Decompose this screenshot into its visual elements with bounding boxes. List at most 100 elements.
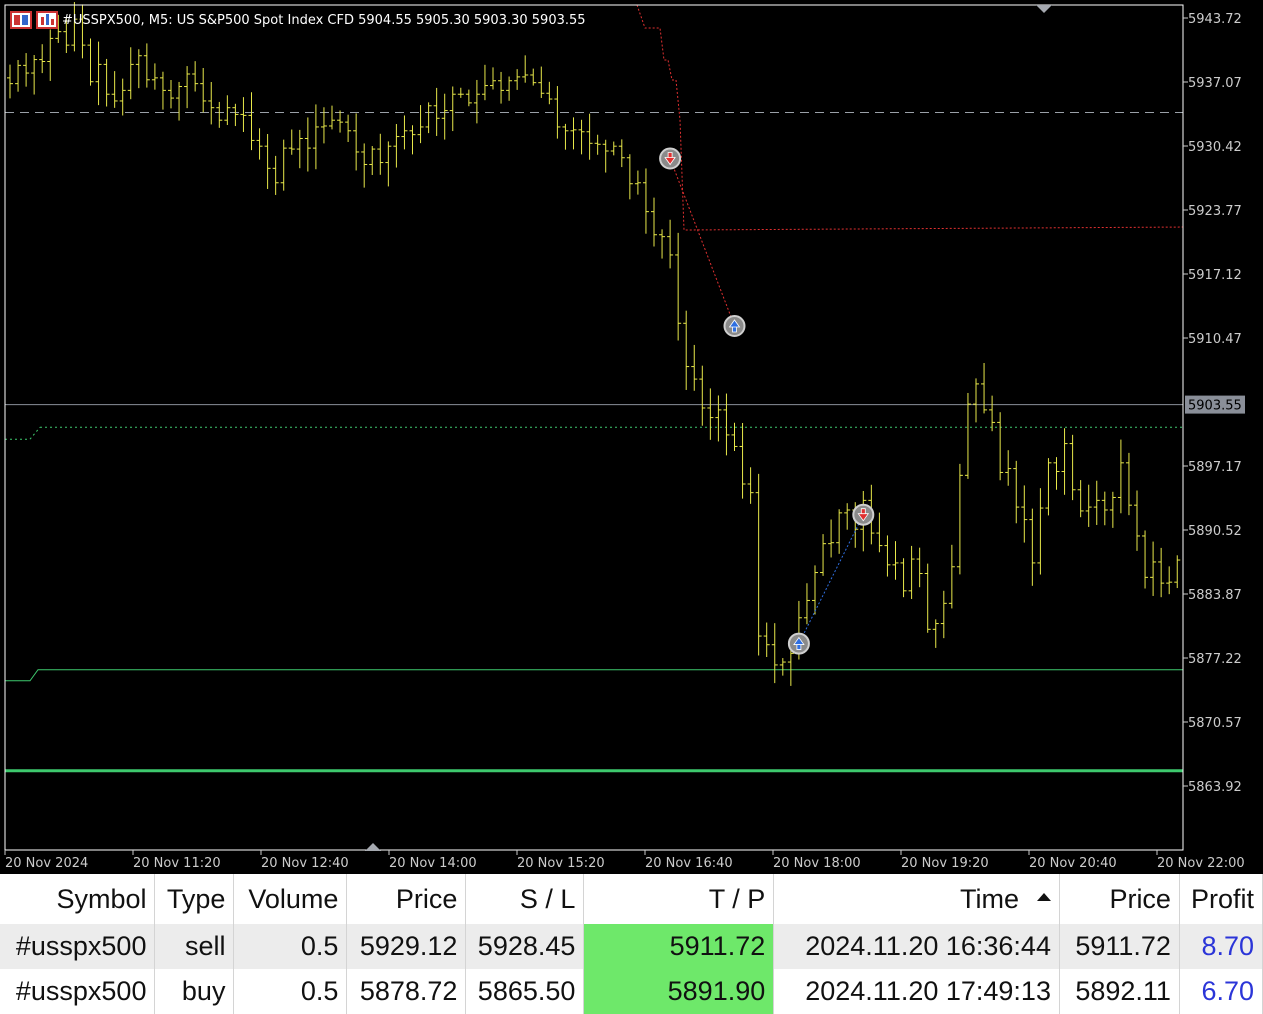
ohlc-bar — [248, 92, 255, 151]
ohlc-bar — [304, 117, 311, 172]
ohlc-bar — [651, 197, 657, 247]
cell-profit: 8.70 — [1179, 924, 1263, 969]
table-row[interactable]: #usspx500 buy 0.5 5878.72 5865.50 5891.9… — [0, 969, 1263, 1014]
cell-sl[interactable]: 5865.50 — [465, 969, 585, 1014]
dotted-level-step — [5, 426, 41, 440]
ohlc-bar — [473, 79, 480, 124]
column-header-current-price[interactable]: Price — [1059, 874, 1180, 924]
ohlc-bar — [1069, 434, 1076, 501]
ohlc-bar — [103, 58, 110, 107]
ohlc-bar — [176, 81, 183, 121]
scroll-marker-top-icon — [1036, 5, 1052, 13]
ohlc-bar — [916, 547, 923, 588]
cell-type: buy — [154, 969, 235, 1014]
ohlc-bar — [1093, 480, 1100, 525]
current-price-label: 5903.55 — [1188, 399, 1242, 414]
ohlc-bar — [675, 232, 682, 341]
ohlc-bar — [425, 102, 432, 134]
cell-tp[interactable]: 5891.90 — [583, 969, 775, 1014]
column-header-sl[interactable]: S / L — [465, 874, 585, 924]
ohlc-bar — [940, 590, 947, 639]
ohlc-bar — [554, 86, 561, 139]
ohlc-bar — [618, 139, 625, 168]
one-click-trading-icon[interactable] — [10, 11, 32, 29]
ohlc-bar — [232, 103, 239, 127]
column-header-profit[interactable]: Profit — [1179, 874, 1263, 924]
ohlc-bar — [385, 141, 392, 187]
cell-volume: 0.5 — [233, 924, 348, 969]
ohlc-bar — [337, 110, 344, 133]
ohlc-bar — [401, 115, 408, 150]
ohlc-bar — [159, 71, 166, 110]
price-chart[interactable]: 5943.72 5937.07 5930.42 5923.77 5917.12 5910.… — [0, 0, 1263, 874]
cell-price: 5929.12 — [346, 924, 467, 969]
table-row[interactable]: #usspx500 sell 0.5 5929.12 5928.45 5911.… — [0, 924, 1263, 969]
time-tick-label: 20 Nov 22:00 — [1157, 856, 1245, 871]
price-tick-label: 5890.52 — [1188, 524, 1242, 539]
ohlc-bar — [433, 87, 440, 136]
ohlc-bar — [353, 113, 360, 171]
ohlc-bar — [1045, 458, 1052, 516]
ohlc-bar — [1101, 491, 1108, 526]
cell-sl[interactable]: 5928.45 — [465, 924, 585, 969]
column-header-volume[interactable]: Volume — [233, 874, 348, 924]
price-tick-label: 5877.22 — [1188, 652, 1242, 667]
ohlc-bar — [449, 86, 456, 132]
ohlc-bar — [39, 44, 46, 74]
price-tick-label: 5870.57 — [1188, 716, 1242, 731]
buy-entry-arrow-icon — [787, 632, 810, 655]
column-header-time[interactable]: Time — [773, 874, 1060, 924]
sell-entry-arrow-icon — [659, 147, 682, 170]
ohlc-bar — [771, 623, 778, 684]
ohlc-bar — [546, 81, 553, 105]
ohlc-bar — [1150, 541, 1157, 596]
time-tick-label: 20 Nov 2024 — [5, 856, 88, 871]
sort-ascending-icon — [1036, 893, 1051, 902]
ohlc-bar — [7, 64, 13, 99]
ohlc-bar — [948, 544, 955, 609]
cell-profit: 6.70 — [1179, 969, 1263, 1014]
ohlc-bar — [506, 76, 513, 101]
ohlc-bar — [1142, 530, 1149, 589]
time-tick-label: 20 Nov 16:40 — [645, 856, 733, 871]
ohlc-bar — [1029, 508, 1036, 586]
chart-properties-icon[interactable] — [36, 11, 58, 29]
cell-current-price: 5911.72 — [1059, 924, 1180, 969]
ohlc-bar — [457, 87, 464, 98]
column-header-type[interactable]: Type — [154, 874, 235, 924]
ohlc-bar — [1077, 480, 1084, 518]
ohlc-bar — [1037, 488, 1044, 575]
time-tick-label: 20 Nov 14:00 — [389, 856, 477, 871]
ohlc-bar — [1013, 460, 1020, 524]
ohlc-bar — [417, 105, 424, 144]
ohlc-bar — [200, 67, 207, 113]
ohlc-bar — [393, 124, 400, 168]
cell-symbol: #usspx500 — [0, 924, 156, 969]
ohlc-bar — [820, 534, 827, 576]
cell-price: 5878.72 — [346, 969, 467, 1014]
ohlc-bar — [256, 128, 263, 160]
cell-tp[interactable]: 5911.72 — [583, 924, 775, 969]
chart-area[interactable]: 5943.72 5937.07 5930.42 5923.77 5917.12 5910.… — [0, 0, 1263, 874]
ohlc-bar — [481, 64, 488, 101]
ohlc-bar — [514, 69, 521, 90]
ohlc-bar — [562, 123, 569, 150]
column-header-price[interactable]: Price — [346, 874, 467, 924]
ohlc-bar — [31, 55, 38, 95]
ohlc-bar — [23, 53, 30, 87]
time-tick-label: 20 Nov 15:20 — [517, 856, 605, 871]
column-header-symbol[interactable]: Symbol — [0, 874, 156, 924]
ohlc-bar — [280, 139, 287, 191]
ohlc-bar — [1005, 450, 1012, 486]
ohlc-bar — [538, 66, 545, 98]
ohlc-bar — [964, 392, 971, 479]
ohlc-bar — [602, 139, 609, 173]
column-header-tp[interactable]: T / P — [583, 874, 775, 924]
ohlc-bar — [836, 509, 843, 554]
ohlc-bar — [1053, 457, 1060, 490]
ohlc-bar — [570, 117, 577, 150]
cell-time: 2024.11.20 17:49:13 — [773, 969, 1060, 1014]
ohlc-bar — [739, 422, 746, 499]
ohlc-bar — [490, 67, 496, 90]
ohlc-bar — [876, 512, 883, 553]
